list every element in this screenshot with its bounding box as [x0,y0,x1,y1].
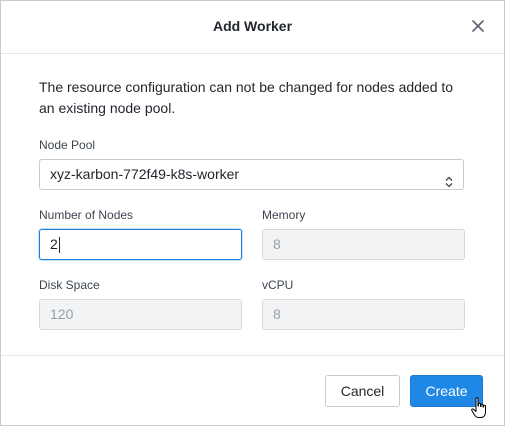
memory-label: Memory [262,208,306,222]
dialog-description: The resource configuration can not be ch… [39,79,454,116]
node-pool-label: Node Pool [39,138,96,152]
vcpu-label: vCPU [262,278,294,292]
close-icon[interactable] [470,18,486,34]
cancel-button[interactable]: Cancel [325,375,400,407]
memory-input: 8 [262,229,465,260]
number-of-nodes-value: 2 [50,236,58,252]
hand-pointer-cursor-icon [470,396,488,420]
disk-space-value: 120 [50,306,74,322]
dialog-footer: Cancel Create [1,355,504,426]
add-worker-dialog: Add Worker The resource configuration ca… [0,0,505,426]
dialog-header: Add Worker [1,1,504,54]
number-of-nodes-label: Number of Nodes [39,208,134,222]
text-caret [58,237,60,254]
vcpu-value: 8 [273,306,281,322]
memory-value: 8 [273,236,281,252]
dialog-title: Add Worker [212,18,293,34]
disk-space-label: Disk Space [39,278,100,292]
select-arrows-icon [445,169,453,188]
vcpu-input: 8 [262,299,465,330]
disk-space-input: 120 [39,299,242,330]
number-of-nodes-input[interactable]: 2 [39,229,242,260]
node-pool-value: xyz-karbon-772f49-k8s-worker [50,166,240,182]
node-pool-select[interactable]: xyz-karbon-772f49-k8s-worker [39,159,464,190]
